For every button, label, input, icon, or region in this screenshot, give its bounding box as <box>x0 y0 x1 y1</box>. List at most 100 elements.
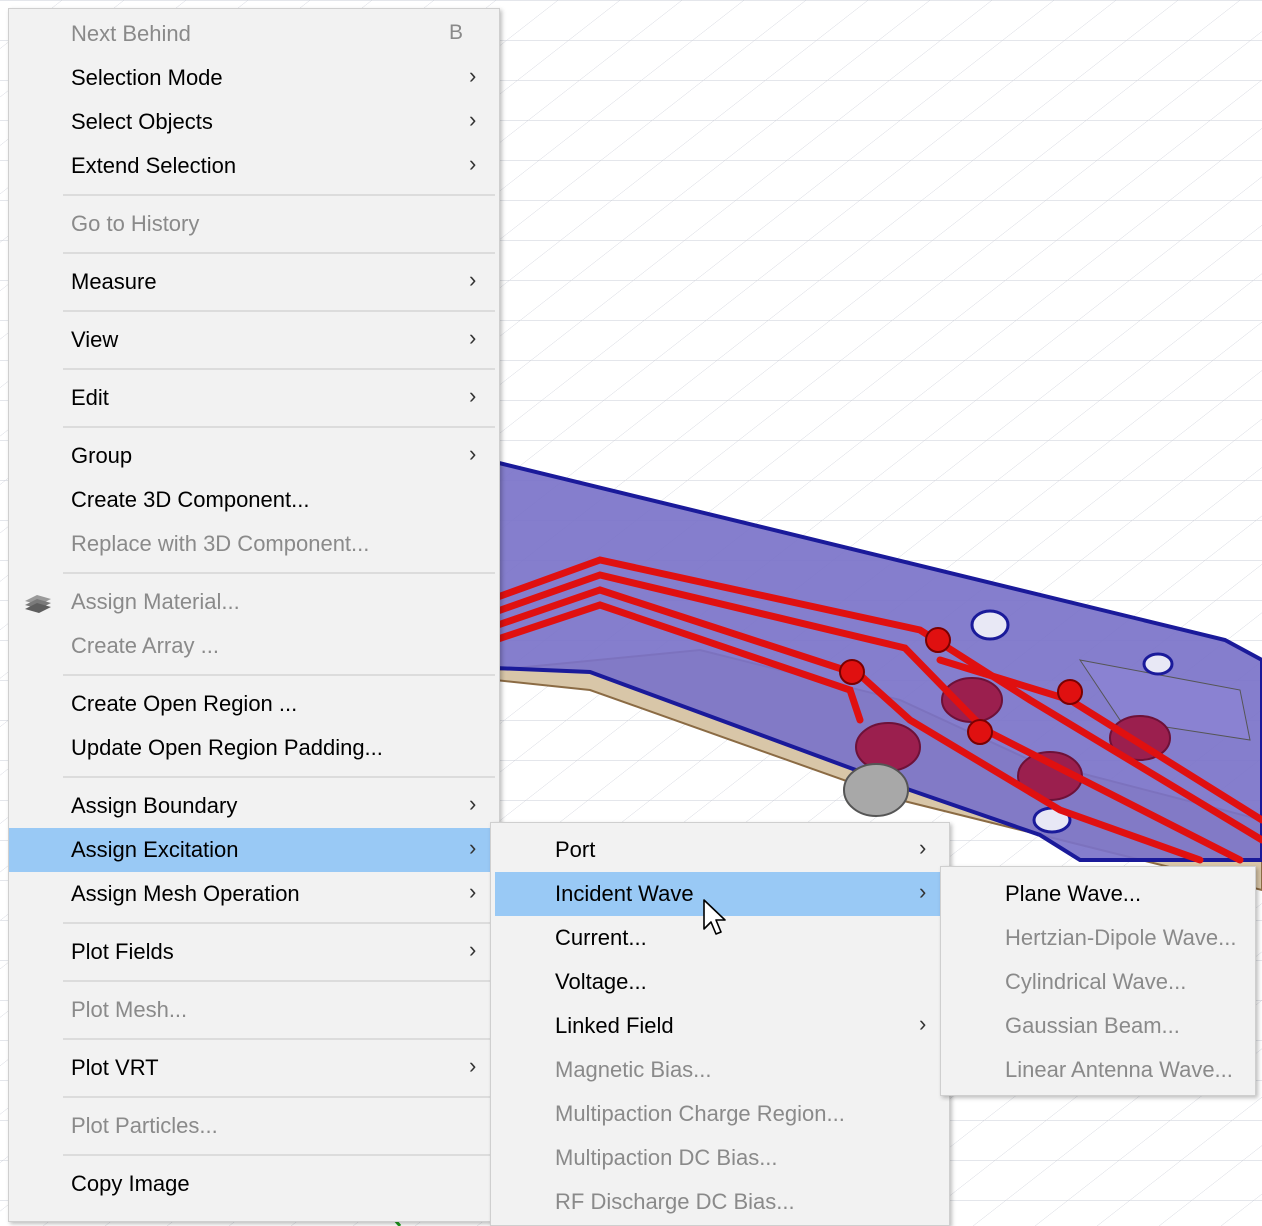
menu-item-label: Hertzian-Dipole Wave... <box>1005 925 1237 950</box>
menu-separator <box>63 426 495 428</box>
menu-item-label: Assign Boundary <box>71 793 238 818</box>
menu-item-label: Go to History <box>71 211 200 236</box>
menu-item-label: Edit <box>71 385 109 410</box>
menu-item-plane-wave[interactable]: Plane Wave... <box>941 872 1255 916</box>
menu-item-select-objects[interactable]: Select Objects › <box>9 100 499 144</box>
menu-item-label: Linked Field <box>555 1013 674 1038</box>
menu-separator <box>63 922 495 924</box>
menu-item-magnetic-bias[interactable]: Magnetic Bias... <box>495 1048 941 1092</box>
menu-item-linked-field[interactable]: Linked Field › <box>495 1004 941 1048</box>
menu-item-label: Assign Excitation <box>71 837 239 862</box>
menu-item-update-open-region-padding[interactable]: Update Open Region Padding... <box>9 726 499 770</box>
menu-item-voltage[interactable]: Voltage... <box>495 960 941 1004</box>
chevron-right-icon: › <box>919 835 927 860</box>
menu-item-hertzian-dipole-wave[interactable]: Hertzian-Dipole Wave... <box>941 916 1255 960</box>
chevron-right-icon: › <box>469 267 477 292</box>
menu-item-label: Voltage... <box>555 969 647 994</box>
menu-item-assign-material[interactable]: Assign Material... <box>9 580 499 624</box>
menu-separator <box>63 1154 495 1156</box>
menu-separator <box>63 368 495 370</box>
menu-separator <box>63 572 495 574</box>
menu-item-plot-fields[interactable]: Plot Fields › <box>9 930 499 974</box>
menu-item-extend-selection[interactable]: Extend Selection › <box>9 144 499 188</box>
menu-separator <box>63 252 495 254</box>
menu-item-plot-particles[interactable]: Plot Particles... <box>9 1104 499 1148</box>
menu-item-label: Copy Image <box>71 1171 190 1196</box>
menu-item-label: Assign Mesh Operation <box>71 881 300 906</box>
menu-item-create-open-region[interactable]: Create Open Region ... <box>9 682 499 726</box>
menu-item-assign-excitation[interactable]: Assign Excitation › <box>9 828 499 872</box>
menu-item-replace-with-3d-component[interactable]: Replace with 3D Component... <box>9 522 499 566</box>
standoff <box>843 763 909 817</box>
menu-separator <box>63 1096 495 1098</box>
menu-separator <box>63 1038 495 1040</box>
chevron-right-icon: › <box>469 937 477 962</box>
menu-item-label: View <box>71 327 119 352</box>
menu-item-cylindrical-wave[interactable]: Cylindrical Wave... <box>941 960 1255 1004</box>
excitation-submenu: Port › Incident Wave › Current... Voltag… <box>490 822 950 1226</box>
menu-item-label: Port <box>555 837 596 862</box>
material-icon <box>25 595 51 613</box>
menu-item-assign-mesh-operation[interactable]: Assign Mesh Operation › <box>9 872 499 916</box>
menu-item-label: Next Behind <box>71 21 191 46</box>
context-menu: Next Behind B Selection Mode › Select Ob… <box>8 8 500 1222</box>
menu-item-gaussian-beam[interactable]: Gaussian Beam... <box>941 1004 1255 1048</box>
menu-item-go-to-history[interactable]: Go to History <box>9 202 499 246</box>
menu-item-multipaction-dc-bias[interactable]: Multipaction DC Bias... <box>495 1136 941 1180</box>
menu-separator <box>63 194 495 196</box>
chevron-right-icon: › <box>469 879 477 904</box>
menu-item-edit[interactable]: Edit › <box>9 376 499 420</box>
chevron-right-icon: › <box>469 835 477 860</box>
menu-item-create-3d-component[interactable]: Create 3D Component... <box>9 478 499 522</box>
menu-item-label: Gaussian Beam... <box>1005 1013 1180 1038</box>
menu-item-label: Assign Material... <box>71 589 240 614</box>
menu-item-view[interactable]: View › <box>9 318 499 362</box>
menu-item-label: Plot Fields <box>71 939 174 964</box>
menu-item-rf-discharge-dc-bias[interactable]: RF Discharge DC Bias... <box>495 1180 941 1224</box>
menu-item-label: Multipaction Charge Region... <box>555 1101 845 1126</box>
chevron-right-icon: › <box>469 63 477 88</box>
chevron-right-icon: › <box>469 791 477 816</box>
menu-item-label: Plot Particles... <box>71 1113 218 1138</box>
menu-item-label: Create Array ... <box>71 633 219 658</box>
incident-wave-submenu: Plane Wave... Hertzian-Dipole Wave... Cy… <box>940 866 1256 1096</box>
chevron-right-icon: › <box>919 1011 927 1036</box>
menu-item-label: Incident Wave <box>555 881 694 906</box>
menu-item-label: Replace with 3D Component... <box>71 531 370 556</box>
menu-item-label: Update Open Region Padding... <box>71 735 383 760</box>
menu-separator <box>63 980 495 982</box>
menu-item-next-behind[interactable]: Next Behind B <box>9 12 499 56</box>
menu-item-group[interactable]: Group › <box>9 434 499 478</box>
chevron-right-icon: › <box>469 383 477 408</box>
menu-item-plot-mesh[interactable]: Plot Mesh... <box>9 988 499 1032</box>
menu-item-assign-boundary[interactable]: Assign Boundary › <box>9 784 499 828</box>
chevron-right-icon: › <box>469 441 477 466</box>
menu-item-label: Extend Selection <box>71 153 237 178</box>
menu-item-label: Selection Mode <box>71 65 223 90</box>
menu-item-measure[interactable]: Measure › <box>9 260 499 304</box>
menu-separator <box>63 776 495 778</box>
menu-item-label: Plot VRT <box>71 1055 159 1080</box>
menu-item-label: RF Discharge DC Bias... <box>555 1189 795 1214</box>
menu-item-label: Plane Wave... <box>1005 881 1142 906</box>
chevron-right-icon: › <box>469 1053 477 1078</box>
chevron-right-icon: › <box>919 879 927 904</box>
menu-item-linear-antenna-wave[interactable]: Linear Antenna Wave... <box>941 1048 1255 1092</box>
menu-item-port[interactable]: Port › <box>495 828 941 872</box>
menu-item-label: Linear Antenna Wave... <box>1005 1057 1233 1082</box>
menu-separator <box>63 674 495 676</box>
menu-item-label: Cylindrical Wave... <box>1005 969 1187 994</box>
menu-item-label: Select Objects <box>71 109 213 134</box>
menu-item-plot-vrt[interactable]: Plot VRT › <box>9 1046 499 1090</box>
menu-item-label: Plot Mesh... <box>71 997 188 1022</box>
menu-item-multipaction-charge-region[interactable]: Multipaction Charge Region... <box>495 1092 941 1136</box>
menu-item-create-array[interactable]: Create Array ... <box>9 624 499 668</box>
menu-item-label: Current... <box>555 925 647 950</box>
menu-item-copy-image[interactable]: Copy Image <box>9 1162 499 1206</box>
chevron-right-icon: › <box>469 325 477 350</box>
menu-item-label: Measure <box>71 269 157 294</box>
menu-item-label: Multipaction DC Bias... <box>555 1145 778 1170</box>
menu-separator <box>63 310 495 312</box>
menu-item-label: Create Open Region ... <box>71 691 298 716</box>
menu-item-selection-mode[interactable]: Selection Mode › <box>9 56 499 100</box>
